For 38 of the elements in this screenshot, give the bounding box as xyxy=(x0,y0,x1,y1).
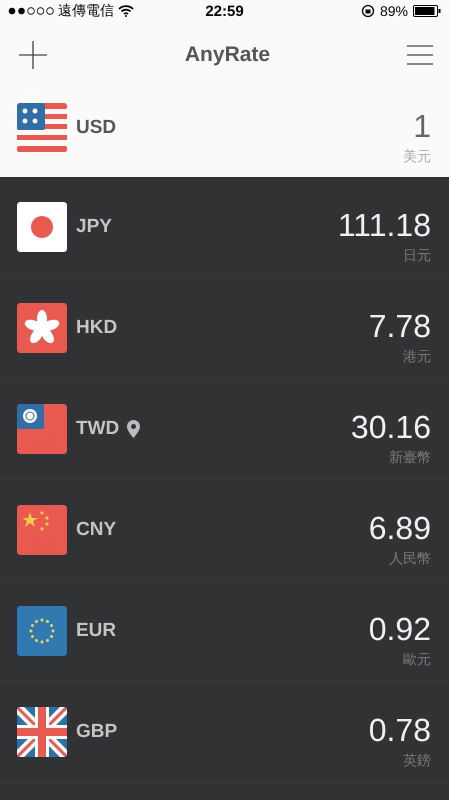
currency-name: 新臺幣 xyxy=(389,449,431,467)
currency-name: 日元 xyxy=(403,247,431,265)
flag-icon xyxy=(17,505,67,555)
add-button[interactable] xyxy=(18,40,48,70)
currency-code: HKD xyxy=(76,317,118,339)
clock-time: 22:59 xyxy=(205,2,244,20)
rate-value: 30.16 xyxy=(350,409,431,445)
rotation-lock-icon xyxy=(360,4,375,18)
rate-value: 0.92 xyxy=(368,611,431,647)
rate-value: 1 xyxy=(413,108,431,144)
rate-value: 7.78 xyxy=(368,308,431,344)
flag-icon xyxy=(17,102,67,152)
battery-icon xyxy=(413,5,441,17)
currency-name: 人民幣 xyxy=(389,550,431,568)
rate-value: 0.78 xyxy=(368,712,431,748)
currency-code: TWD xyxy=(76,418,120,440)
currency-code: EUR xyxy=(76,620,116,642)
app-title: AnyRate xyxy=(184,43,270,67)
rate-value: 111.18 xyxy=(338,207,431,243)
signal-icon xyxy=(8,7,54,15)
currency-name: 港元 xyxy=(403,348,431,366)
flag-icon xyxy=(17,707,67,757)
currency-name: 歐元 xyxy=(403,651,431,669)
carrier-name: 遠傳電信 xyxy=(58,2,114,20)
currency-name: 美元 xyxy=(403,148,431,166)
flag-icon xyxy=(17,404,67,454)
battery-percent: 89% xyxy=(380,3,408,19)
flag-icon xyxy=(17,202,67,252)
currency-code: CNY xyxy=(76,519,116,541)
flag-icon xyxy=(17,606,67,656)
currency-name: 英鎊 xyxy=(403,752,431,770)
rate-value: 6.89 xyxy=(368,510,431,546)
currency-code: USD xyxy=(76,116,116,138)
currency-code: JPY xyxy=(76,216,112,238)
currency-code: GBP xyxy=(76,721,118,743)
wifi-icon xyxy=(118,5,134,17)
menu-button[interactable] xyxy=(406,45,433,65)
flag-icon xyxy=(17,303,67,353)
